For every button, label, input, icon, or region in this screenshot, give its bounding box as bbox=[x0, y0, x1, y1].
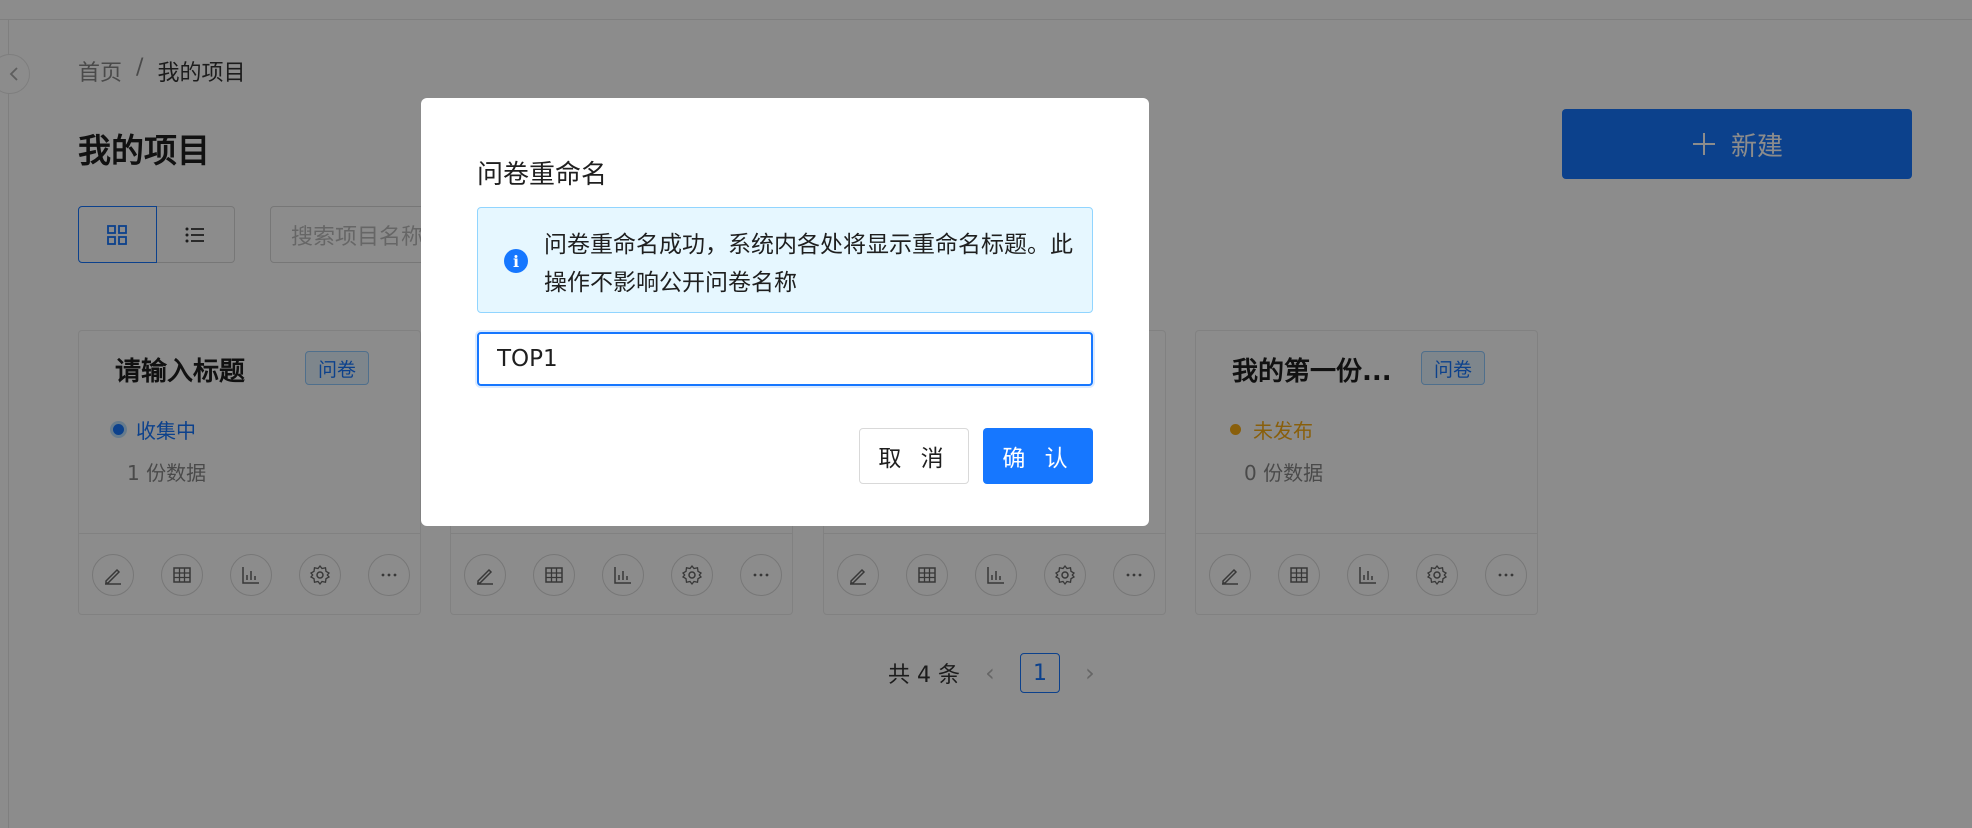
alert-message: 问卷重命名成功，系统内各处将显示重命名标题。此操作不影响公开问卷名称 bbox=[544, 232, 1073, 296]
info-icon: i bbox=[504, 249, 528, 273]
dialog-title: 问卷重命名 bbox=[477, 160, 608, 190]
confirm-button[interactable]: 确 认 bbox=[983, 428, 1093, 484]
rename-input[interactable] bbox=[477, 332, 1093, 386]
info-alert: i 问卷重命名成功，系统内各处将显示重命名标题。此操作不影响公开问卷名称 bbox=[477, 207, 1093, 313]
cancel-button[interactable]: 取 消 bbox=[859, 428, 969, 484]
rename-dialog: 问卷重命名 i 问卷重命名成功，系统内各处将显示重命名标题。此操作不影响公开问卷… bbox=[421, 98, 1149, 526]
